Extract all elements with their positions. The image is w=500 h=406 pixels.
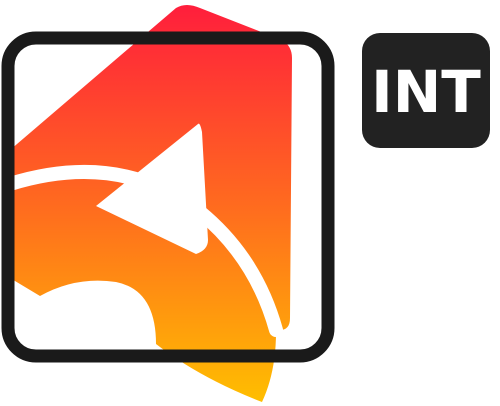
logo-graphic: INT	[0, 0, 500, 406]
badge-text: INT	[371, 58, 481, 126]
